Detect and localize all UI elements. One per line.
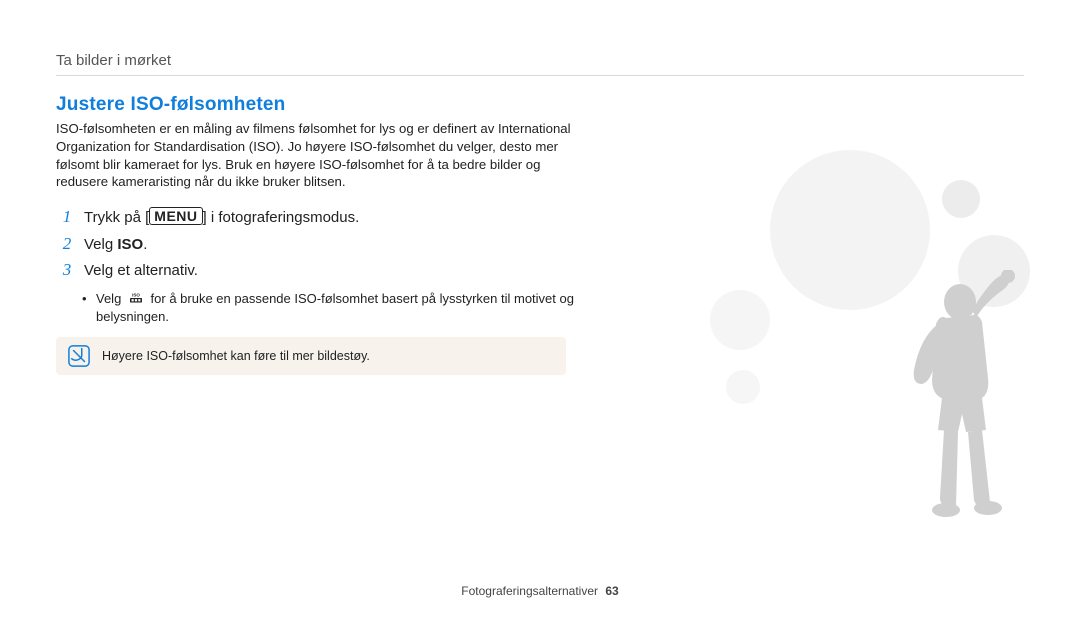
sub-bullet-pre: Velg xyxy=(96,291,125,306)
intro-paragraph: ISO-følsomheten er en måling av filmens … xyxy=(56,120,576,191)
sub-bullet-list: Velg ISO for å bruke en passende ISO-føl… xyxy=(56,290,576,325)
note-text: Høyere ISO-følsomhet kan føre til mer bi… xyxy=(102,349,370,363)
note-icon xyxy=(68,345,90,367)
step-number: 2 xyxy=(56,232,78,256)
sub-bullet-post: for å bruke en passende ISO-følsomhet ba… xyxy=(96,291,574,324)
step-1-pre: Trykk på [ xyxy=(84,209,149,226)
breadcrumb: Ta bilder i mørket xyxy=(56,52,1024,69)
step-number: 3 xyxy=(56,258,78,282)
footer-section: Fotograferingsalternativer xyxy=(461,584,598,598)
divider xyxy=(56,75,1024,76)
iso-auto-icon: ISO xyxy=(127,291,145,303)
svg-text:ISO: ISO xyxy=(132,293,140,298)
step-body: Velg ISO. xyxy=(84,232,576,256)
step-body: Trykk på [MENU] i fotograferingsmodus. xyxy=(84,205,576,229)
page-footer: Fotograferingsalternativer 63 xyxy=(0,584,1080,598)
decorative-illustration xyxy=(650,140,1060,520)
child-silhouette-icon xyxy=(850,270,1030,530)
step-list: 1 Trykk på [MENU] i fotograferingsmodus.… xyxy=(56,205,576,282)
menu-button-icon: MENU xyxy=(149,207,202,225)
step-2-bold: ISO xyxy=(117,236,143,253)
step-2-pre: Velg xyxy=(84,236,117,253)
step-number: 1 xyxy=(56,205,78,229)
step-1-post: ] i fotograferingsmodus. xyxy=(203,209,360,226)
step-2: 2 Velg ISO. xyxy=(56,232,576,256)
footer-page-number: 63 xyxy=(605,584,618,598)
content-column: Justere ISO-følsomheten ISO-følsomheten … xyxy=(56,94,576,375)
step-3-text: Velg et alternativ. xyxy=(84,258,576,282)
sub-bullet: Velg ISO for å bruke en passende ISO-føl… xyxy=(86,290,576,325)
note-box: Høyere ISO-følsomhet kan føre til mer bi… xyxy=(56,337,566,375)
step-3: 3 Velg et alternativ. xyxy=(56,258,576,282)
section-heading: Justere ISO-følsomheten xyxy=(56,94,576,116)
page: Ta bilder i mørket Justere ISO-følsomhet… xyxy=(0,0,1080,630)
step-2-post: . xyxy=(143,236,147,253)
step-1: 1 Trykk på [MENU] i fotograferingsmodus. xyxy=(56,205,576,229)
